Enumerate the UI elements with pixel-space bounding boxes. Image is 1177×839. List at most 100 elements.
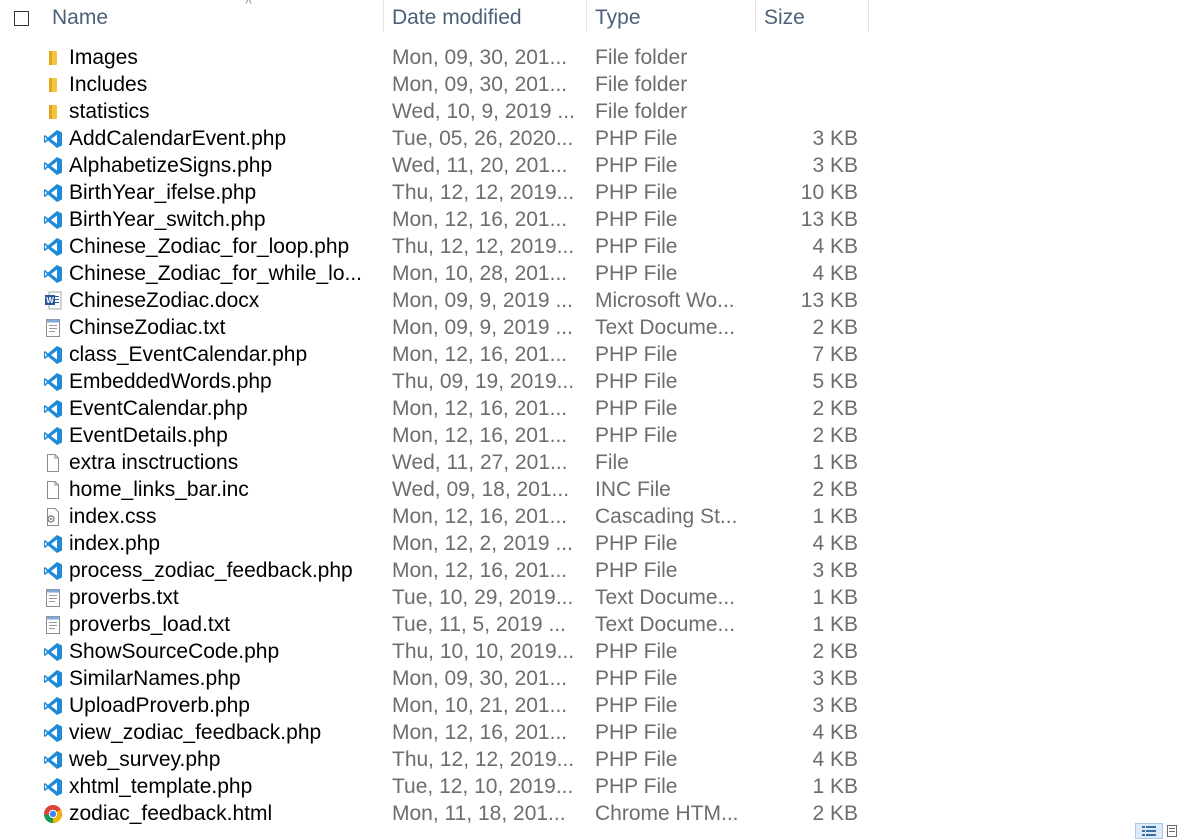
file-type: Text Docume... <box>595 315 736 339</box>
file-date-modified: Wed, 10, 9, 2019 ... <box>392 99 575 123</box>
large-icons-view-button[interactable] <box>1167 823 1177 839</box>
file-row[interactable]: UploadProverb.php Mon, 10, 21, 201... PHP … <box>0 692 870 719</box>
vscode-file-icon <box>43 264 63 284</box>
file-row[interactable]: BirthYear_ifelse.php Thu, 12, 12, 2019...… <box>0 179 870 206</box>
file-name: Chinese_Zodiac_for_while_lo... <box>69 261 363 285</box>
file-row[interactable]: process_zodiac_feedback.php Mon, 12, 16, … <box>0 557 870 584</box>
file-type: PHP File <box>595 261 678 285</box>
file-row[interactable]: Images Mon, 09, 30, 201... File folder <box>0 44 870 71</box>
file-date-modified: Mon, 12, 16, 201... <box>392 423 568 447</box>
file-type: PHP File <box>595 531 678 555</box>
column-header-size[interactable]: Size <box>756 0 869 36</box>
vscode-file-icon <box>43 696 63 716</box>
file-row[interactable]: web_survey.php Thu, 12, 12, 2019... PHP Fi… <box>0 746 870 773</box>
file-size: 13 KB <box>800 207 858 231</box>
file-date-modified: Mon, 12, 16, 201... <box>392 504 568 528</box>
file-size: 13 KB <box>800 288 858 312</box>
file-type: Text Docume... <box>595 612 736 636</box>
vscode-file-icon <box>43 561 63 581</box>
file-name: EmbeddedWords.php <box>69 369 272 393</box>
chrome-html-icon <box>43 804 63 824</box>
file-name: AddCalendarEvent.php <box>69 126 287 150</box>
file-name: BirthYear_switch.php <box>69 207 266 231</box>
file-row[interactable]: ShowSourceCode.php Thu, 10, 10, 2019... PH… <box>0 638 870 665</box>
sort-ascending-icon: ˄ <box>245 0 253 8</box>
column-header-date-modified[interactable]: Date modified <box>384 0 587 36</box>
file-name: zodiac_feedback.html <box>69 801 273 825</box>
file-size: 1 KB <box>812 585 858 609</box>
file-size: 4 KB <box>812 747 858 771</box>
file-name: ChinseZodiac.txt <box>69 315 226 339</box>
file-date-modified: Tue, 05, 26, 2020... <box>392 126 574 150</box>
file-row[interactable]: home_links_bar.inc Wed, 09, 18, 201... INC… <box>0 476 870 503</box>
file-row[interactable]: xhtml_template.php Tue, 12, 10, 2019... PH… <box>0 773 870 800</box>
vscode-file-icon <box>43 723 63 743</box>
file-row[interactable]: index.css Mon, 12, 16, 201... Cascading St… <box>0 503 870 530</box>
file-row[interactable]: class_EventCalendar.php Mon, 12, 16, 201.… <box>0 341 870 368</box>
file-size: 5 KB <box>812 369 858 393</box>
file-date-modified: Wed, 11, 20, 201... <box>392 153 568 177</box>
details-view-button[interactable] <box>1135 823 1163 839</box>
file-row[interactable]: SimilarNames.php Mon, 09, 30, 201... PHP F… <box>0 665 870 692</box>
file-size: 1 KB <box>812 612 858 636</box>
file-name: home_links_bar.inc <box>69 477 249 501</box>
vscode-file-icon <box>43 777 63 797</box>
file-type: PHP File <box>595 396 678 420</box>
file-size: 2 KB <box>812 639 858 663</box>
file-row[interactable]: AddCalendarEvent.php Tue, 05, 26, 2020...… <box>0 125 870 152</box>
column-header-name[interactable]: ˄ Name <box>52 0 384 36</box>
file-date-modified: Mon, 12, 16, 201... <box>392 558 568 582</box>
file-date-modified: Mon, 09, 9, 2019 ... <box>392 315 573 339</box>
text-file-icon <box>43 615 63 635</box>
column-header-type[interactable]: Type <box>587 0 756 36</box>
file-type: PHP File <box>595 153 678 177</box>
file-row[interactable]: extra insctructions Wed, 11, 27, 201... Fi… <box>0 449 870 476</box>
file-row[interactable]: view_zodiac_feedback.php Mon, 12, 16, 201… <box>0 719 870 746</box>
file-row[interactable]: EventCalendar.php Mon, 12, 16, 201... PHP … <box>0 395 870 422</box>
file-row[interactable]: W ChineseZodiac.docx Mon, 09, 9, 2019 ... M… <box>0 287 870 314</box>
file-date-modified: Mon, 10, 21, 201... <box>392 693 568 717</box>
file-size: 2 KB <box>812 315 858 339</box>
large-icons-view-icon <box>1167 825 1177 837</box>
file-row[interactable]: ChinseZodiac.txt Mon, 09, 9, 2019 ... Text… <box>0 314 870 341</box>
file-row[interactable]: Chinese_Zodiac_for_loop.php Thu, 12, 12, … <box>0 233 870 260</box>
file-type: PHP File <box>595 369 678 393</box>
file-row[interactable]: statistics Wed, 10, 9, 2019 ... File folde… <box>0 98 870 125</box>
file-name: index.css <box>69 504 157 528</box>
select-all-cell[interactable] <box>0 0 52 36</box>
file-type: File <box>595 450 629 474</box>
vscode-file-icon <box>43 210 63 230</box>
file-row[interactable]: EventDetails.php Mon, 12, 16, 201... PHP F… <box>0 422 870 449</box>
file-row[interactable]: zodiac_feedback.html Mon, 11, 18, 201... C… <box>0 800 870 827</box>
file-size: 3 KB <box>812 558 858 582</box>
file-name: EventDetails.php <box>69 423 228 447</box>
file-name: Images <box>69 45 138 69</box>
file-row[interactable]: AlphabetizeSigns.php Wed, 11, 20, 201... P… <box>0 152 870 179</box>
view-toggle-group <box>1135 823 1177 839</box>
file-type: INC File <box>595 477 671 501</box>
file-type: PHP File <box>595 234 678 258</box>
file-name: SimilarNames.php <box>69 666 241 690</box>
file-type: Microsoft Wo... <box>595 288 735 312</box>
file-date-modified: Mon, 12, 16, 201... <box>392 720 568 744</box>
file-row[interactable]: Chinese_Zodiac_for_while_lo... Mon, 10, 2… <box>0 260 870 287</box>
select-all-checkbox[interactable] <box>14 10 29 26</box>
file-type: PHP File <box>595 639 678 663</box>
column-header-date-label: Date modified <box>392 6 522 29</box>
file-row[interactable]: EmbeddedWords.php Thu, 09, 19, 2019... PHP… <box>0 368 870 395</box>
column-header-bar: ˄ Name Date modified Type Size <box>0 0 870 36</box>
file-list: Images Mon, 09, 30, 201... File folder Incl… <box>0 44 870 827</box>
file-row[interactable]: proverbs_load.txt Tue, 11, 5, 2019 ... Tex… <box>0 611 870 638</box>
file-name: BirthYear_ifelse.php <box>69 180 257 204</box>
file-row[interactable]: BirthYear_switch.php Mon, 12, 16, 201... P… <box>0 206 870 233</box>
css-file-icon <box>43 507 63 527</box>
file-type: PHP File <box>595 693 678 717</box>
file-row[interactable]: index.php Mon, 12, 2, 2019 ... PHP File 4 K… <box>0 530 870 557</box>
blank-file-icon <box>43 480 63 500</box>
file-size: 3 KB <box>812 666 858 690</box>
file-row[interactable]: proverbs.txt Tue, 10, 29, 2019... Text Doc… <box>0 584 870 611</box>
file-row[interactable]: Includes Mon, 09, 30, 201... File folder <box>0 71 870 98</box>
file-name: web_survey.php <box>69 747 221 771</box>
blank-file-icon <box>43 453 63 473</box>
file-size: 4 KB <box>812 531 858 555</box>
